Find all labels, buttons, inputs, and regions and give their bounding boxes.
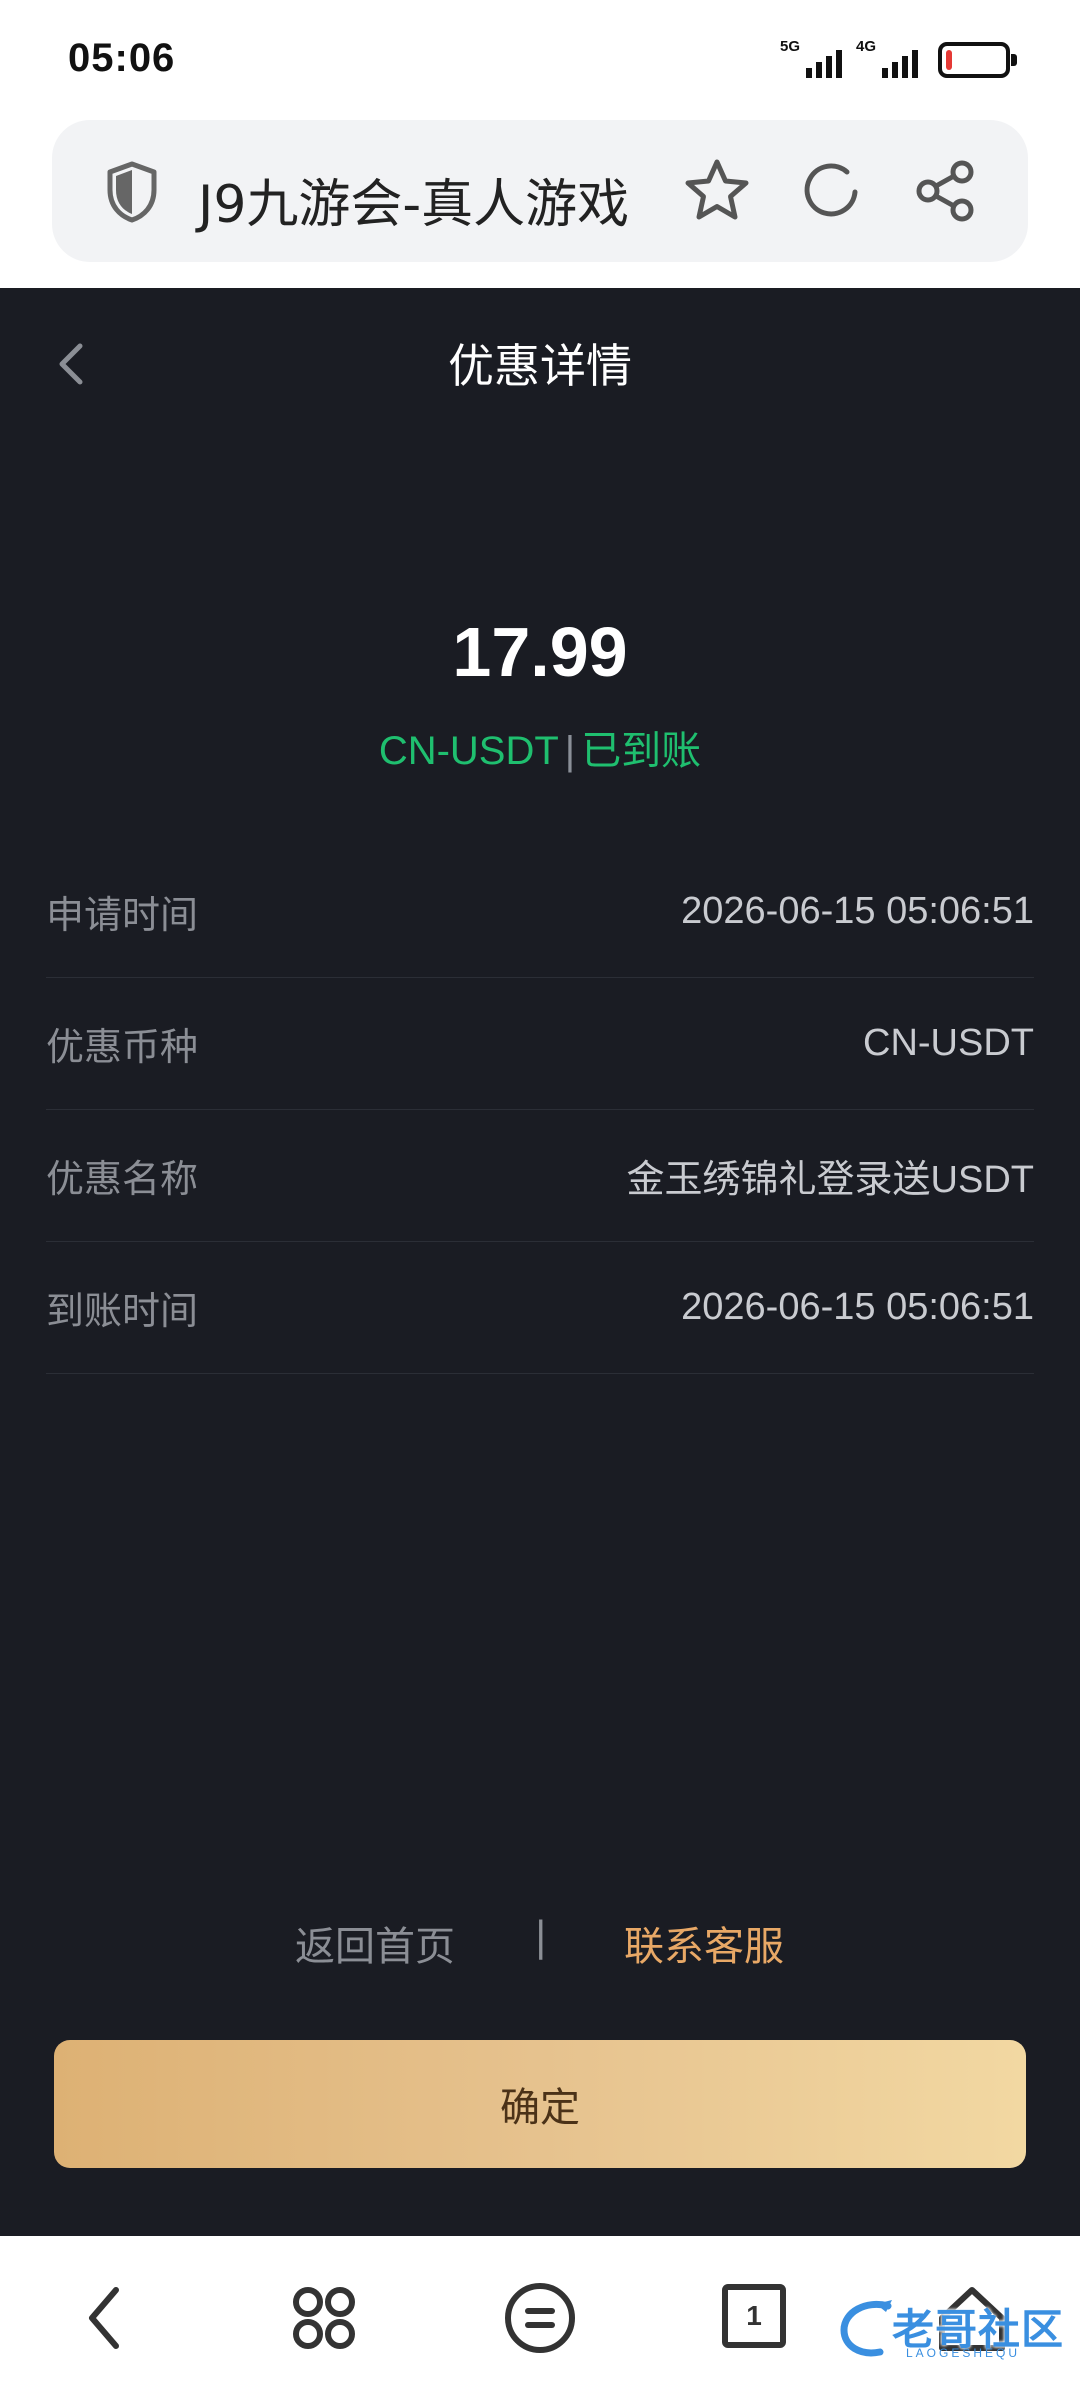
status-icons: 5G 4G (780, 38, 1017, 82)
star-icon[interactable] (682, 156, 752, 226)
page-title: 优惠详情 (448, 339, 632, 393)
share-icon[interactable] (910, 156, 980, 226)
return-home-link[interactable]: 返回首页 (295, 1914, 455, 1972)
signal-4g-icon: 4G (856, 38, 918, 82)
detail-value: 金玉绣锦礼登录送USDT (626, 1159, 1034, 1201)
contact-service-link[interactable]: 联系客服 (624, 1914, 784, 1972)
watermark-dragon-icon (840, 2300, 892, 2357)
battery-icon (938, 42, 1017, 78)
status-time: 05:06 (68, 36, 176, 80)
detail-row: 到账时间 2026-06-15 05:06:51 (46, 1242, 1034, 1374)
browser-chrome: 05:06 5G 4G J9九游会-真人游戏 (0, 0, 1080, 288)
detail-value: 2026-06-15 05:06:51 (681, 1286, 1034, 1328)
detail-list: 申请时间 2026-06-15 05:06:51 优惠币种 CN-USDT 优惠… (46, 846, 1034, 1374)
tab-count: 1 (722, 2284, 786, 2348)
tabs-icon[interactable]: 1 (716, 2278, 796, 2358)
watermark-logo: 老哥社区 LAOGESHEQU (836, 2290, 1066, 2370)
detail-row: 优惠名称 金玉绣锦礼登录送USDT (46, 1110, 1034, 1242)
status-separator: | (564, 729, 576, 773)
menu-icon[interactable] (284, 2278, 364, 2358)
detail-value: CN-USDT (863, 1022, 1034, 1064)
back-icon[interactable] (66, 2278, 146, 2358)
watermark-subtext: LAOGESHEQU (906, 2346, 1021, 2360)
promo-amount: 17.99 (452, 613, 628, 691)
detail-label: 申请时间 (46, 893, 199, 937)
link-divider: | (534, 1914, 548, 1960)
page-title-browser[interactable]: J9九游会-真人游戏 (198, 162, 629, 237)
detail-label: 到账时间 (46, 1289, 199, 1333)
reload-icon[interactable] (797, 156, 867, 226)
signal-5g-icon: 5G (780, 38, 842, 82)
shield-icon[interactable] (104, 160, 160, 224)
address-bar[interactable]: J9九游会-真人游戏 (52, 120, 1028, 262)
list-icon[interactable] (500, 2278, 580, 2358)
detail-label: 优惠币种 (46, 1025, 199, 1069)
footer-links: 返回首页 | 联系客服 (0, 1914, 1080, 1974)
promo-detail-page: 优惠详情 17.99 CN-USDT | 已到账 申请时间 2026-06-15 0… (0, 288, 1080, 2236)
detail-value: 2026-06-15 05:06:51 (681, 890, 1034, 932)
currency-label: CN-USDT (378, 729, 559, 773)
confirm-button[interactable]: 确定 (54, 2040, 1026, 2168)
detail-row: 优惠币种 CN-USDT (46, 978, 1034, 1110)
status-line: CN-USDT | 已到账 (0, 718, 1080, 776)
detail-label: 优惠名称 (46, 1157, 199, 1201)
status-badge: 已到账 (581, 729, 702, 773)
detail-row: 申请时间 2026-06-15 05:06:51 (46, 846, 1034, 978)
